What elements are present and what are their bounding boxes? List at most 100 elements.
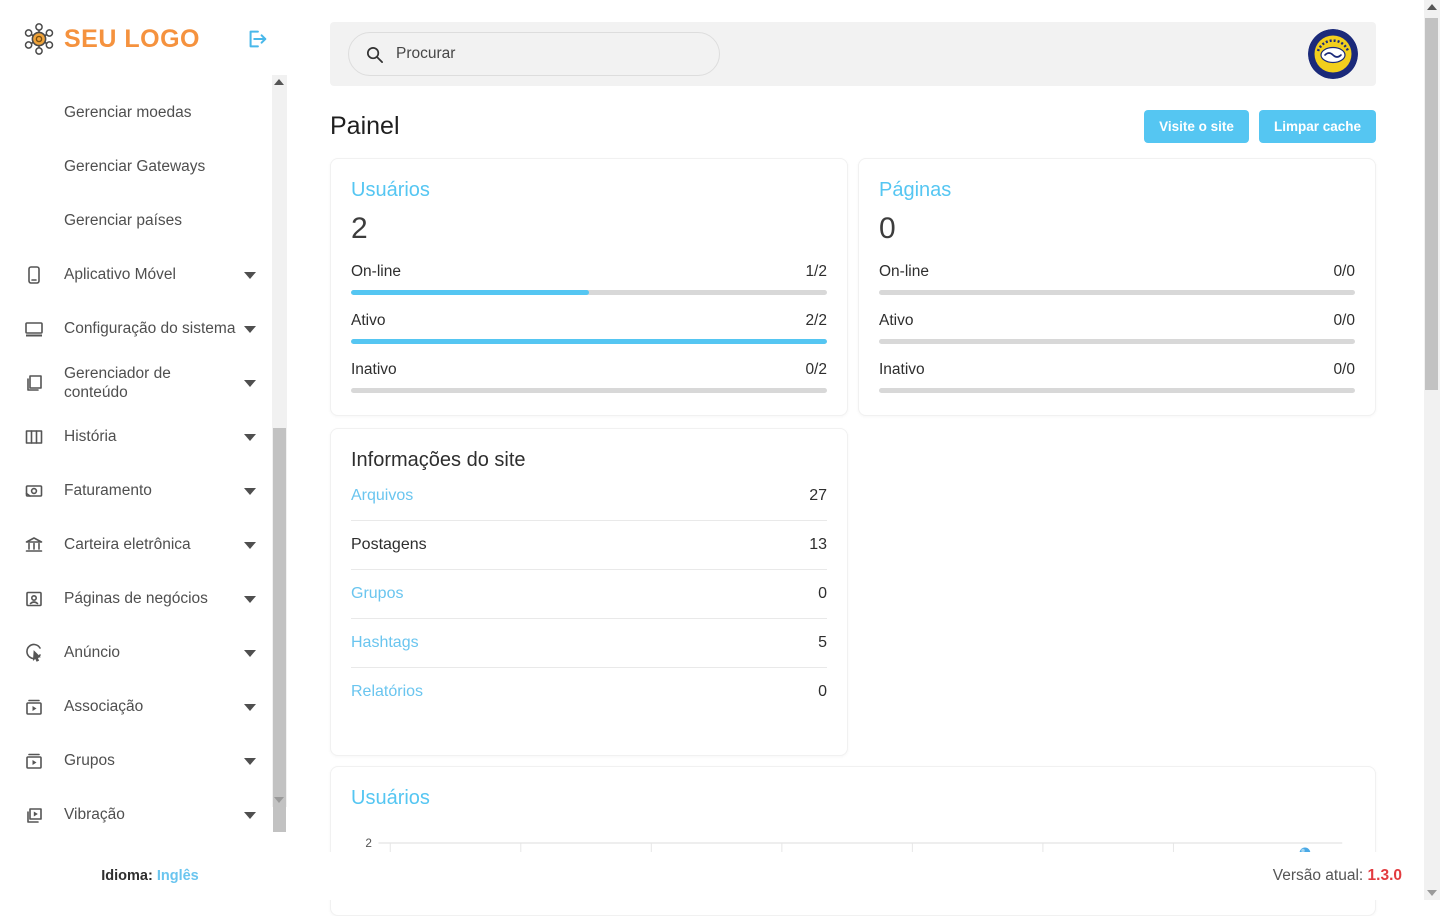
search-box[interactable] bbox=[348, 32, 720, 76]
sidebar-scrollbar[interactable] bbox=[272, 75, 287, 807]
stat-row-label: Inativo bbox=[351, 361, 805, 379]
sidebar-menu-item[interactable]: Vibração bbox=[0, 788, 256, 842]
chevron-down-icon bbox=[244, 704, 256, 711]
site-info-value: 13 bbox=[809, 536, 827, 554]
search-icon bbox=[365, 45, 384, 64]
sidebar-menu-item[interactable]: Carteira eletrônica bbox=[0, 518, 256, 572]
stat-cards-row: Usuários 2 On-line1/2Ativo2/2Inativo0/2 … bbox=[330, 158, 1376, 416]
main-content: Painel Visite o site Limpar cache Usuári… bbox=[300, 0, 1423, 852]
stat-card: Usuários 2 On-line1/2 Ativo2/2 Inativo0/2 bbox=[330, 158, 848, 416]
menu-item-label: Faturamento bbox=[64, 481, 236, 500]
page-scroll-up-icon[interactable] bbox=[1427, 4, 1437, 10]
sidebar-menu-item[interactable]: Anúncio bbox=[0, 626, 256, 680]
stat-row-value: 0/0 bbox=[1333, 263, 1355, 281]
menu-item-icon bbox=[24, 697, 44, 717]
logo-row: SEU LOGO bbox=[0, 0, 300, 56]
logout-icon[interactable] bbox=[246, 28, 268, 50]
menu-item-label: Gerenciar Gateways bbox=[64, 157, 256, 176]
menu-item-label: Configuração do sistema bbox=[64, 319, 236, 338]
sidebar-menu-item[interactable]: Gerenciar Gateways bbox=[0, 140, 256, 194]
stat-row-value: 0/2 bbox=[805, 361, 827, 379]
top-header-bar bbox=[330, 22, 1376, 86]
site-info-row: Postagens 13 bbox=[351, 521, 827, 570]
stat-card: Páginas 0 On-line0/0Ativo0/0Inativo0/0 bbox=[858, 158, 1376, 416]
menu-item-label: Gerenciar moedas bbox=[64, 103, 256, 122]
progress-bar bbox=[351, 388, 827, 393]
sidebar-menu-item[interactable]: História bbox=[0, 410, 256, 464]
menu-item-icon bbox=[24, 319, 44, 339]
language-link[interactable]: Inglês bbox=[157, 868, 199, 884]
site-info-label[interactable]: Hashtags bbox=[351, 634, 818, 652]
sidebar-menu-item[interactable]: Configuração do sistema bbox=[0, 302, 256, 356]
page-scroll-down-icon[interactable] bbox=[1427, 890, 1437, 896]
sidebar-menu-item[interactable]: Gerenciador de conteúdo bbox=[0, 356, 256, 410]
site-info-label[interactable]: Grupos bbox=[351, 585, 818, 603]
site-info-row: Grupos 0 bbox=[351, 570, 827, 619]
page-scrollbar-thumb[interactable] bbox=[1425, 18, 1438, 390]
progress-bar bbox=[879, 339, 1355, 344]
sidebar-menu-item[interactable]: Faturamento bbox=[0, 464, 256, 518]
site-info-value: 5 bbox=[818, 634, 827, 652]
site-info-value: 0 bbox=[818, 585, 827, 603]
menu-item-icon bbox=[24, 643, 44, 663]
stat-total: 2 bbox=[351, 212, 827, 246]
stat-card-title: Usuários bbox=[351, 179, 827, 202]
stat-row-label: Ativo bbox=[879, 312, 1333, 330]
stat-progress-row: Ativo0/0 bbox=[879, 312, 1355, 344]
sidebar-scrollbar-thumb[interactable] bbox=[273, 428, 286, 832]
svg-text:2: 2 bbox=[365, 836, 372, 850]
menu-item-icon bbox=[24, 805, 44, 825]
menu-item-icon bbox=[24, 589, 44, 609]
sidebar-menu-item[interactable]: Gerenciar moedas bbox=[0, 86, 256, 140]
progress-bar bbox=[351, 290, 827, 295]
menu-item-label: Páginas de negócios bbox=[64, 589, 236, 608]
menu-item-icon bbox=[24, 535, 44, 555]
logo-network-icon bbox=[22, 22, 56, 56]
site-info-card: Informações do site Arquivos 27 Postagen… bbox=[330, 428, 848, 756]
menu-item-icon bbox=[24, 481, 44, 501]
chevron-down-icon bbox=[244, 434, 256, 441]
stat-row-value: 2/2 bbox=[805, 312, 827, 330]
site-info-value: 27 bbox=[809, 487, 827, 505]
site-info-row: Relatórios 0 bbox=[351, 668, 827, 716]
stat-row-value: 1/2 bbox=[805, 263, 827, 281]
chevron-down-icon bbox=[244, 812, 256, 819]
version-number: 1.3.0 bbox=[1368, 867, 1402, 884]
search-input[interactable] bbox=[396, 45, 676, 63]
chevron-down-icon bbox=[244, 542, 256, 549]
chevron-down-icon bbox=[244, 272, 256, 279]
stat-card-title: Páginas bbox=[879, 179, 1355, 202]
site-info-label[interactable]: Relatórios bbox=[351, 683, 818, 701]
menu-item-label: Aplicativo Móvel bbox=[64, 265, 236, 284]
sidebar-menu-item[interactable]: Aplicativo Móvel bbox=[0, 248, 256, 302]
stat-row-label: On-line bbox=[351, 263, 805, 281]
site-info-label[interactable]: Arquivos bbox=[351, 487, 809, 505]
menu-item-label: Carteira eletrônica bbox=[64, 535, 236, 554]
page-scrollbar[interactable] bbox=[1424, 0, 1440, 900]
site-info-title: Informações do site bbox=[351, 449, 827, 472]
menu-item-label: Vibração bbox=[64, 805, 236, 824]
clear-cache-button[interactable]: Limpar cache bbox=[1259, 110, 1376, 143]
progress-bar bbox=[879, 290, 1355, 295]
visit-site-button[interactable]: Visite o site bbox=[1144, 110, 1249, 143]
menu-item-label: Associação bbox=[64, 697, 236, 716]
stat-progress-row: On-line1/2 bbox=[351, 263, 827, 295]
stat-row-label: Inativo bbox=[879, 361, 1333, 379]
site-info-list: Arquivos 27 Postagens 13 Grupos 0 Hashta… bbox=[351, 472, 827, 716]
scroll-down-icon[interactable] bbox=[274, 797, 284, 803]
chevron-down-icon bbox=[244, 326, 256, 333]
sidebar-menu-item[interactable]: Associação bbox=[0, 680, 256, 734]
menu-item-icon bbox=[24, 751, 44, 771]
scroll-up-icon[interactable] bbox=[274, 79, 284, 85]
user-avatar[interactable] bbox=[1308, 29, 1358, 79]
menu-item-label: Anúncio bbox=[64, 643, 236, 662]
stat-progress-row: Ativo2/2 bbox=[351, 312, 827, 344]
progress-bar bbox=[879, 388, 1355, 393]
stat-row-label: On-line bbox=[879, 263, 1333, 281]
stat-row-value: 0/0 bbox=[1333, 312, 1355, 330]
sidebar-menu: Gerenciar moedas Gerenciar Gateways Gere… bbox=[0, 86, 300, 842]
sidebar-menu-item[interactable]: Grupos bbox=[0, 734, 256, 788]
stat-progress-row: Inativo0/0 bbox=[879, 361, 1355, 393]
sidebar-menu-item[interactable]: Gerenciar países bbox=[0, 194, 256, 248]
sidebar-menu-item[interactable]: Páginas de negócios bbox=[0, 572, 256, 626]
